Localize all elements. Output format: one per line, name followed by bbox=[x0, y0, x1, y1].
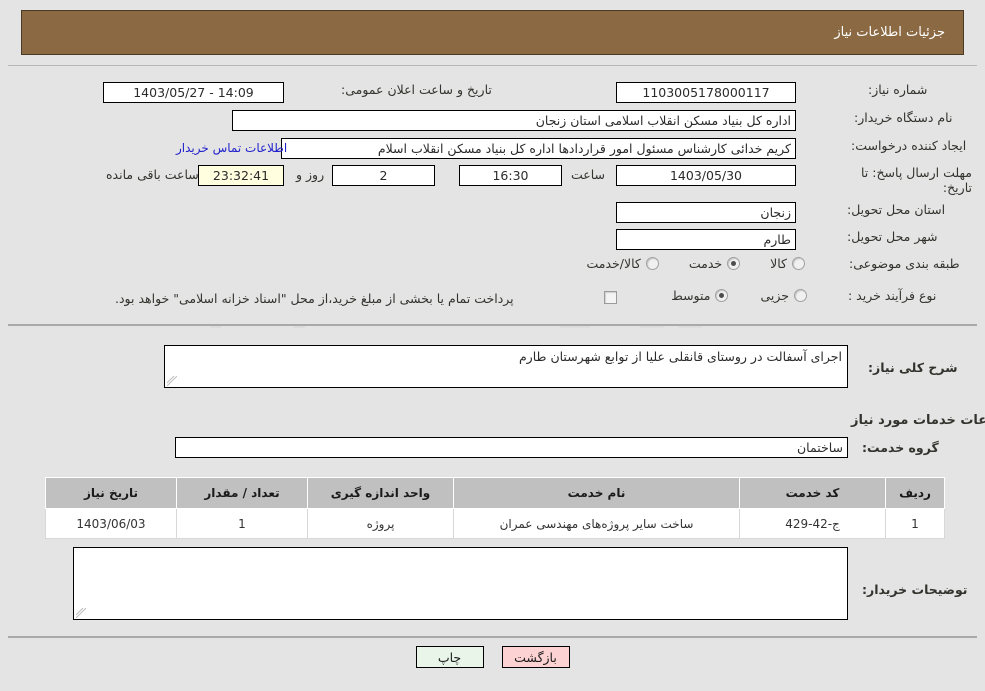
back-button[interactable]: بازگشت bbox=[501, 646, 570, 668]
announce-datetime-label: تاریخ و ساعت اعلان عمومی: bbox=[341, 82, 492, 97]
col-unit: واحد اندازه گیری bbox=[307, 477, 454, 509]
process-option-label: متوسط bbox=[671, 288, 711, 303]
col-quantity: تعداد / مقدار bbox=[176, 477, 308, 509]
cell-quantity: 1 bbox=[176, 508, 308, 539]
resize-grip-icon[interactable] bbox=[167, 376, 177, 386]
countdown-timer-value: 23:32:41 bbox=[198, 165, 284, 186]
services-section-heading: اطلاعات خدمات مورد نیاز bbox=[851, 413, 985, 428]
requester-label: ایجاد کننده درخواست: bbox=[851, 138, 967, 153]
category-option-label: کالا/خدمت bbox=[586, 256, 641, 271]
buyer-contact-link[interactable]: اطلاعات تماس خریدار bbox=[176, 141, 287, 155]
category-option[interactable]: کالا/خدمت bbox=[586, 256, 659, 271]
deadline-date-value: 1403/05/30 bbox=[616, 165, 796, 186]
action-button-bar: بازگشت چاپ bbox=[0, 646, 985, 668]
radio-indicator[interactable] bbox=[715, 289, 729, 302]
buyer-org-value: اداره کل بنیاد مسکن انقلاب اسلامی استان … bbox=[232, 110, 796, 131]
page-title: جزئیات اطلاعات نیاز bbox=[834, 25, 945, 40]
deadline-label: مهلت ارسال پاسخ: تا تاریخ: bbox=[861, 165, 972, 195]
col-name: نام خدمت bbox=[453, 477, 740, 509]
requester-value: کریم خدائی کارشناس مسئول امور قراردادها … bbox=[281, 138, 796, 159]
need-number-value: 1103005178000117 bbox=[616, 82, 796, 103]
process-option[interactable]: جزیی bbox=[760, 288, 807, 303]
city-label: شهر محل تحویل: bbox=[847, 229, 938, 244]
buyer-org-label: نام دستگاه خریدار: bbox=[854, 110, 953, 125]
announce-datetime-value: 14:09 - 1403/05/27 bbox=[103, 82, 284, 103]
buyer-notes-textarea[interactable] bbox=[73, 547, 848, 620]
col-date: تاریخ نیاز bbox=[45, 477, 177, 509]
buyer-notes-label: توضیحات خریدار: bbox=[862, 582, 968, 597]
category-radio-group[interactable]: کالا خدمت کالا/خدمت bbox=[565, 256, 805, 271]
general-description-label: شرح کلی نیاز: bbox=[868, 360, 958, 375]
radio-indicator[interactable] bbox=[792, 257, 805, 270]
process-option[interactable]: متوسط bbox=[671, 288, 729, 303]
treasury-bond-note: پرداخت تمام یا بخشی از مبلغ خرید،از محل … bbox=[115, 291, 514, 306]
need-number-label: شماره نیاز: bbox=[868, 82, 928, 97]
category-option-label: کالا bbox=[770, 256, 787, 271]
service-group-value: ساختمان bbox=[175, 437, 848, 458]
remaining-days-label: روز و bbox=[296, 167, 325, 182]
deadline-hour-value: 16:30 bbox=[459, 165, 562, 186]
radio-indicator[interactable] bbox=[645, 257, 659, 270]
cell-unit: پروژه bbox=[307, 508, 454, 539]
radio-indicator[interactable] bbox=[727, 257, 741, 270]
radio-indicator[interactable] bbox=[794, 289, 807, 302]
page-header-bar: جزئیات اطلاعات نیاز bbox=[21, 10, 964, 55]
need-info-panel bbox=[8, 65, 977, 326]
category-option[interactable]: خدمت bbox=[688, 256, 741, 271]
cell-radif: 1 bbox=[885, 508, 945, 539]
print-button[interactable]: چاپ bbox=[415, 646, 484, 668]
col-radif: ردیف bbox=[885, 477, 945, 509]
category-option[interactable]: کالا bbox=[770, 256, 805, 271]
table-header-row: ردیف کد خدمت نام خدمت واحد اندازه گیری ت… bbox=[45, 477, 945, 509]
process-type-label: نوع فرآیند خرید : bbox=[848, 288, 937, 303]
general-description-text: اجرای آسفالت در روستای قانقلی علیا از تو… bbox=[518, 349, 842, 364]
cell-date: 1403/06/03 bbox=[45, 508, 177, 539]
col-code: کد خدمت bbox=[739, 477, 886, 509]
services-table: ردیف کد خدمت نام خدمت واحد اندازه گیری ت… bbox=[45, 477, 945, 539]
table-row: 1 ج-42-429 ساخت سایر پروژه‌های مهندسی عم… bbox=[45, 508, 945, 539]
general-description-value[interactable]: اجرای آسفالت در روستای قانقلی علیا از تو… bbox=[164, 345, 848, 388]
cell-name: ساخت سایر پروژه‌های مهندسی عمران bbox=[453, 508, 740, 539]
deadline-hour-label: ساعت bbox=[571, 167, 606, 182]
remaining-days-value: 2 bbox=[332, 165, 435, 186]
treasury-bond-checkbox[interactable] bbox=[604, 291, 617, 304]
province-value: زنجان bbox=[616, 202, 796, 223]
resize-grip-icon[interactable] bbox=[76, 608, 86, 618]
process-radio-group[interactable]: جزیی متوسط bbox=[632, 288, 807, 303]
process-option-label: جزیی bbox=[760, 288, 789, 303]
category-option-label: خدمت bbox=[688, 256, 723, 271]
province-label: استان محل تحویل: bbox=[847, 202, 946, 217]
service-group-label: گروه خدمت: bbox=[862, 440, 939, 455]
countdown-label: ساعت باقی مانده bbox=[106, 167, 199, 182]
category-label: طبقه بندی موضوعی: bbox=[849, 256, 960, 271]
cell-code: ج-42-429 bbox=[739, 508, 886, 539]
city-value: طارم bbox=[616, 229, 796, 250]
